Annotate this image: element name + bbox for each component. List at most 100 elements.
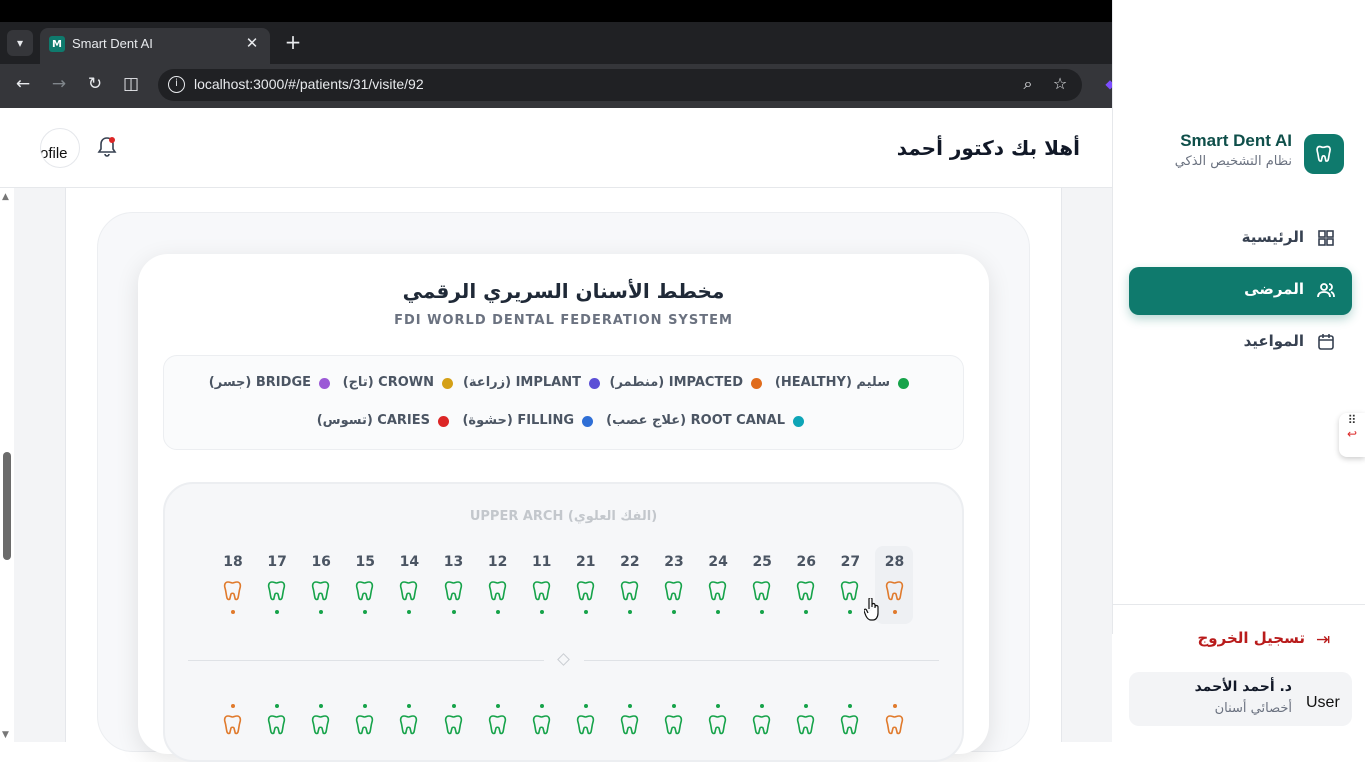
logo-tooth-icon: [1304, 134, 1344, 174]
address-bar[interactable]: i localhost:3000/#/patients/31/visite/92…: [158, 69, 1082, 101]
tooth-status-dot: [231, 610, 235, 614]
tooth-icon[interactable]: [310, 714, 332, 738]
legend-dot: [438, 416, 449, 427]
nav-item-label: الرئيسية: [1241, 228, 1304, 246]
tooth-icon[interactable]: [575, 714, 597, 738]
tooth-icon[interactable]: [663, 714, 685, 738]
reload-button[interactable]: ↻: [82, 74, 108, 98]
scrollbar-thumb[interactable]: [3, 452, 11, 560]
split-view-button[interactable]: ◫: [118, 74, 144, 98]
tooth-icon[interactable]: [443, 580, 465, 604]
notification-badge: [109, 137, 115, 143]
tooth-icon[interactable]: [839, 580, 861, 604]
tooth-status-dot: [451, 610, 456, 614]
dashboard-icon: [1318, 230, 1334, 246]
calendar-icon: [1318, 334, 1334, 350]
legend-dot: [589, 378, 600, 389]
tooth-number: 13: [443, 554, 464, 570]
bookmark-star-icon[interactable]: ☆: [1049, 74, 1071, 96]
tooth-icon[interactable]: [751, 580, 773, 604]
new-tab-button[interactable]: +: [282, 30, 304, 54]
tooth-icon[interactable]: [354, 580, 376, 604]
user-avatar: User: [1306, 694, 1340, 711]
tooth-icon[interactable]: [619, 714, 641, 738]
legend: [163, 355, 964, 450]
scroll-down-arrow-icon[interactable]: ▼: [2, 730, 9, 740]
legend-dot: [898, 378, 909, 389]
brand-name: Smart Dent AI: [1180, 131, 1292, 150]
tooth-icon[interactable]: [531, 580, 553, 604]
tooth-icon[interactable]: [531, 714, 553, 738]
upper-arch-title: UPPER ARCH (الفك العلوي): [469, 509, 658, 524]
tooth-number: 27: [840, 554, 861, 570]
tooth-number: 17: [267, 554, 287, 570]
user-role: أخصائي أسنان: [1214, 701, 1292, 716]
tooth-icon[interactable]: [884, 580, 906, 604]
tooth-icon[interactable]: [487, 580, 509, 604]
floating-widget-handle[interactable]: ⠿ ↩: [1339, 413, 1365, 457]
sidebar-divider: [1112, 604, 1365, 605]
tooth-icon[interactable]: [707, 714, 729, 738]
logout-button[interactable]: تسجيل الخروج: [1140, 629, 1306, 647]
tooth-icon[interactable]: [884, 714, 906, 738]
nav-item-appointments[interactable]: المواعيد: [1129, 319, 1352, 367]
tooth-icon[interactable]: [839, 714, 861, 738]
browser-tab[interactable]: M Smart Dent AI ✕: [40, 28, 270, 64]
tooth-icon[interactable]: [795, 714, 817, 738]
legend-dot: [319, 378, 330, 389]
tooth-icon[interactable]: [795, 580, 817, 604]
tooth-status-dot: [583, 704, 588, 708]
legend-label: سليم (HEALTHY): [774, 375, 890, 390]
chart-subtitle: FDI WORLD DENTAL FEDERATION SYSTEM: [394, 313, 733, 328]
tooth-icon[interactable]: [663, 580, 685, 604]
back-button[interactable]: ←: [10, 74, 36, 98]
tooth-icon[interactable]: [266, 714, 288, 738]
tooth-status-dot: [451, 704, 456, 708]
legend-label: IMPLANT (زراعة): [462, 375, 581, 390]
mouse-cursor-icon: [864, 598, 879, 621]
scroll-up-arrow-icon[interactable]: ▲: [2, 192, 9, 202]
tooth-icon[interactable]: [575, 580, 597, 604]
tab-close-icon[interactable]: ✕: [242, 34, 262, 54]
arch-divider-left: [188, 660, 544, 661]
tooth-status-dot: [539, 610, 544, 614]
tooth-icon[interactable]: [222, 580, 244, 604]
tab-title: Smart Dent AI: [72, 36, 153, 51]
tooth-icon[interactable]: [310, 580, 332, 604]
legend-label: FILLING (حشوة): [462, 413, 574, 428]
tooth-status-dot: [892, 610, 897, 614]
arch-divider-right: [584, 660, 939, 661]
tooth-icon[interactable]: [707, 580, 729, 604]
zoom-icon[interactable]: ⌕: [1017, 74, 1039, 96]
tooth-number: 14: [399, 554, 420, 570]
tooth-status-dot: [583, 610, 588, 614]
tooth-status-dot: [892, 704, 897, 708]
tooth-number: 26: [796, 554, 817, 570]
logout-icon[interactable]: ⇥: [1316, 630, 1330, 650]
tooth-icon[interactable]: [619, 580, 641, 604]
nav-item-patients[interactable]: المرضى: [1129, 267, 1352, 315]
tooth-icon[interactable]: [398, 714, 420, 738]
tooth-icon[interactable]: [398, 580, 420, 604]
tooth-icon[interactable]: [222, 714, 244, 738]
tooth-icon[interactable]: [443, 714, 465, 738]
legend-dot: [793, 416, 804, 427]
tooth-icon[interactable]: [751, 714, 773, 738]
tab-search-button[interactable]: ▾: [7, 30, 33, 56]
header-profile-avatar[interactable]: rofile: [40, 128, 80, 168]
url-text: localhost:3000/#/patients/31/visite/92: [194, 76, 424, 92]
tooth-number: 23: [664, 554, 684, 570]
notification-bell-icon[interactable]: [96, 134, 118, 158]
tooth-status-dot: [539, 704, 544, 708]
tooth-icon[interactable]: [354, 714, 376, 738]
tooth-number: 28: [884, 554, 905, 570]
legend-label: CARIES (تسوس): [316, 413, 430, 428]
nav-item-home[interactable]: الرئيسية: [1129, 215, 1352, 263]
legend-label: BRIDGE (جسر): [208, 375, 311, 390]
tooth-icon[interactable]: [487, 714, 509, 738]
tooth-icon[interactable]: [266, 580, 288, 604]
site-info-icon[interactable]: i: [168, 76, 185, 93]
forward-button[interactable]: →: [46, 74, 72, 98]
greeting: أهلا بك دكتور أحمد: [896, 136, 1080, 160]
users-icon: [1317, 283, 1335, 298]
